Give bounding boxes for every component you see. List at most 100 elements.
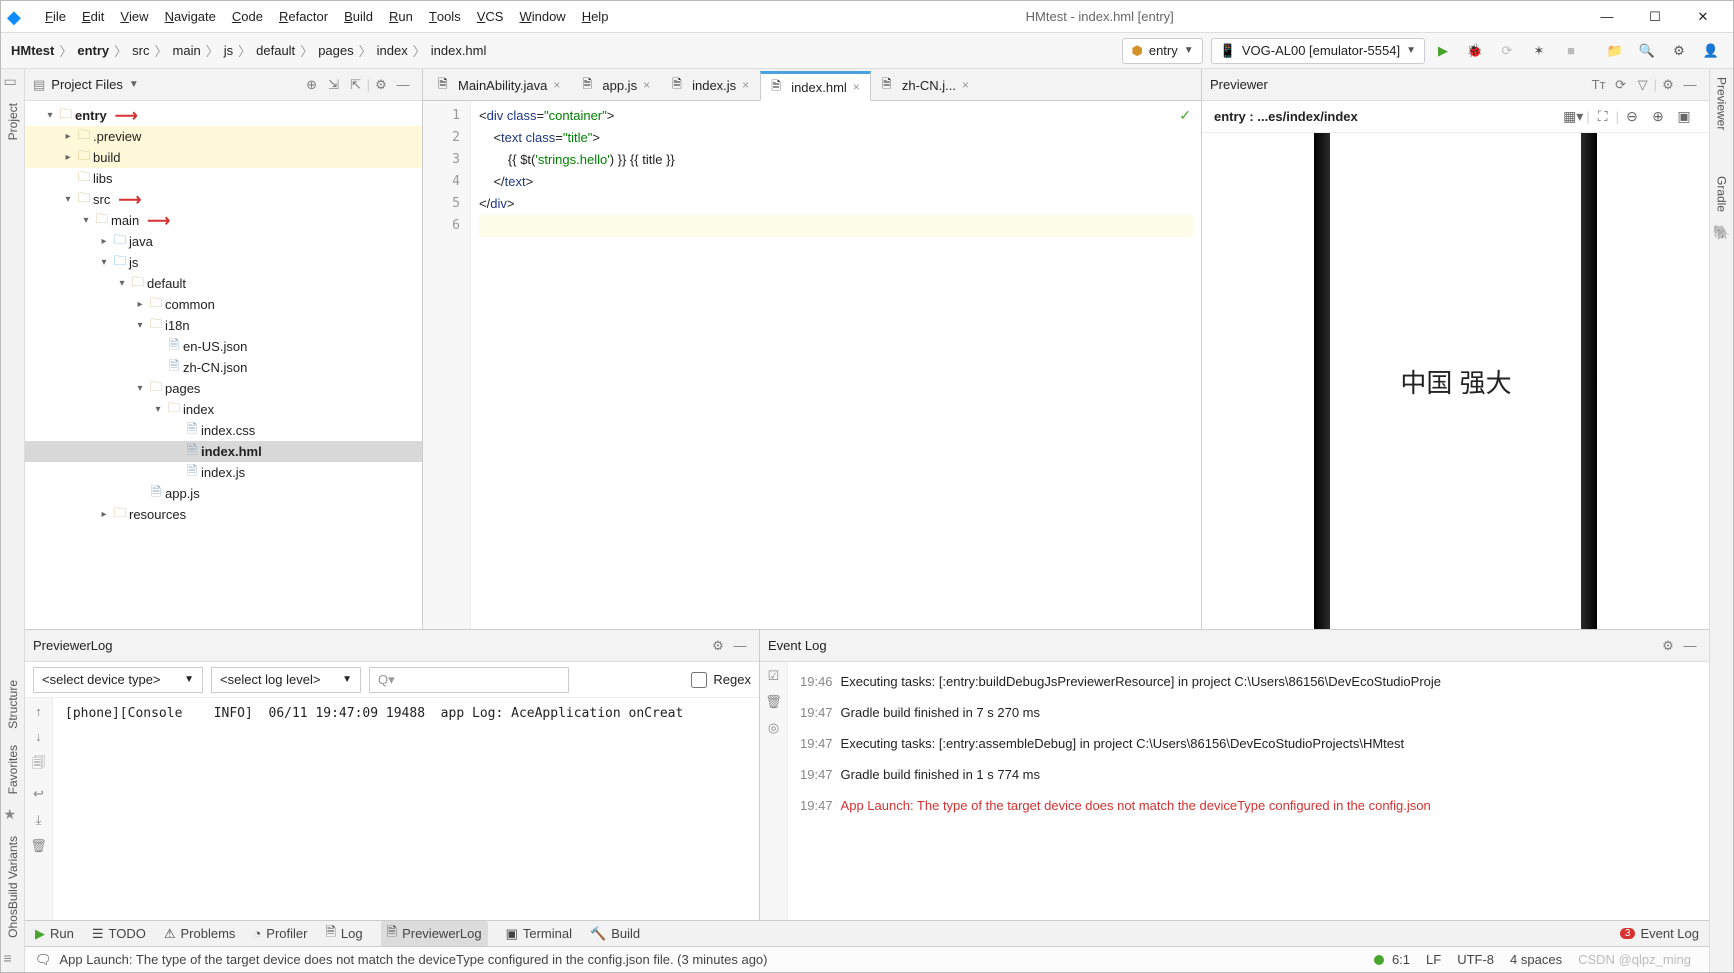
menu-vcs[interactable]: VCS — [469, 1, 512, 32]
gear-icon[interactable]: ⚙ — [707, 635, 729, 657]
build-tab[interactable]: 🔨Build — [590, 926, 640, 942]
maximize-button[interactable]: ☐ — [1631, 1, 1679, 33]
tree-item[interactable]: ▾🗀pages — [25, 378, 422, 399]
event-list[interactable]: 19:46Executing tasks: [:entry:buildDebug… — [788, 662, 1709, 920]
tree-item[interactable]: ▾🗀main⟶ — [25, 210, 422, 231]
tree-item[interactable]: ▸🗎zh-CN.json — [25, 357, 422, 378]
project-panel-title[interactable]: Project Files — [51, 77, 123, 92]
gear-icon[interactable]: ⚙ — [1657, 635, 1679, 657]
down-icon[interactable]: ↓ — [35, 729, 42, 744]
chevron-icon[interactable]: ▾ — [79, 215, 93, 226]
chevron-icon[interactable]: ▾ — [43, 110, 57, 121]
breadcrumb-item[interactable]: main — [171, 43, 203, 58]
tree-item[interactable]: ▾🗀i18n — [25, 315, 422, 336]
menu-view[interactable]: View — [112, 1, 156, 32]
event-log-tab[interactable]: 3Event Log — [1620, 926, 1699, 941]
chevron-icon[interactable]: ▾ — [151, 404, 165, 415]
previewer-log-text[interactable]: [phone][Console INFO] 06/11 19:47:09 194… — [53, 698, 759, 920]
event-row[interactable]: 19:47Executing tasks: [:entry:assembleDe… — [796, 728, 1701, 759]
wrap-icon[interactable]: ↩ — [33, 786, 44, 802]
tree-item[interactable]: ▸🗀java — [25, 231, 422, 252]
breadcrumb-item[interactable]: HMtest — [9, 43, 56, 58]
hide-icon[interactable]: — — [729, 635, 751, 657]
previewer-tool-tab[interactable]: Previewer — [1715, 69, 1729, 138]
editor-tab[interactable]: 🗎app.js× — [571, 70, 661, 100]
avatar-icon[interactable]: 👤 — [1697, 37, 1725, 65]
target-icon[interactable]: ◎ — [768, 720, 779, 736]
close-button[interactable]: ✕ — [1679, 1, 1727, 33]
event-row[interactable]: 19:46Executing tasks: [:entry:buildDebug… — [796, 666, 1701, 697]
chevron-icon[interactable]: ▸ — [133, 299, 147, 310]
expand-icon[interactable]: ⇱ — [345, 74, 367, 96]
tree-item[interactable]: ▸🗎index.js — [25, 462, 422, 483]
breadcrumb-item[interactable]: js — [222, 43, 235, 58]
chevron-icon[interactable]: ▾ — [61, 194, 75, 205]
collapse-icon[interactable]: ⇲ — [323, 74, 345, 96]
editor-tab[interactable]: 🗎MainAbility.java× — [427, 70, 571, 100]
dropdown-icon[interactable]: ▼ — [129, 79, 139, 90]
close-icon[interactable]: × — [742, 78, 749, 92]
settings-icon[interactable]: ⚙ — [1665, 37, 1693, 65]
project-view-icon[interactable]: ▭ — [4, 73, 22, 91]
favorites-tool-tab[interactable]: Favorites — [6, 737, 20, 802]
grid-icon[interactable]: ▦▾ — [1560, 108, 1586, 125]
minimize-button[interactable]: — — [1583, 1, 1631, 33]
run-config-combo[interactable]: ⬢ entry▼ — [1122, 38, 1202, 64]
refresh-icon[interactable]: ⟳ — [1610, 74, 1632, 96]
close-icon[interactable]: × — [553, 78, 560, 92]
project-tree[interactable]: ▾🗀entry⟶▸🗀.preview▸🗀build▸🗀libs▾🗀src⟶▾🗀m… — [25, 101, 422, 629]
editor-tab[interactable]: 🗎index.js× — [661, 70, 760, 100]
chevron-icon[interactable]: ▸ — [97, 509, 111, 520]
device-type-select[interactable]: <select device type>▼ — [33, 667, 203, 693]
coverage-button[interactable]: ⟳ — [1493, 37, 1521, 65]
project-tool-tab[interactable]: Project — [6, 95, 20, 148]
regex-checkbox[interactable]: Regex — [691, 672, 751, 688]
tree-item[interactable]: ▾🗀js — [25, 252, 422, 273]
problems-tab[interactable]: ⚠Problems — [164, 926, 236, 942]
log-tab[interactable]: 🗎Log — [325, 923, 362, 945]
menu-window[interactable]: Window — [511, 1, 573, 32]
zoom-out-icon[interactable]: ⊖ — [1619, 108, 1645, 125]
menu-help[interactable]: Help — [574, 1, 617, 32]
tree-item[interactable]: ▾🗀entry⟶ — [25, 105, 422, 126]
menu-edit[interactable]: Edit — [74, 1, 112, 32]
tree-item[interactable]: ▸🗀.preview — [25, 126, 422, 147]
chevron-icon[interactable]: ▸ — [97, 236, 111, 247]
project-structure-icon[interactable]: 📁 — [1601, 37, 1629, 65]
scroll-icon[interactable]: ⤓ — [36, 812, 42, 828]
breadcrumb-item[interactable]: entry — [75, 43, 111, 58]
breadcrumb-item[interactable]: default — [254, 43, 297, 58]
event-row[interactable]: 19:47Gradle build finished in 7 s 270 ms — [796, 697, 1701, 728]
event-row[interactable]: 19:47App Launch: The type of the target … — [796, 790, 1701, 821]
menu-refactor[interactable]: Refactor — [271, 1, 336, 32]
gear-icon[interactable]: ⚙ — [370, 74, 392, 96]
tree-item[interactable]: ▸🗎app.js — [25, 483, 422, 504]
tree-item[interactable]: ▸🗀libs — [25, 168, 422, 189]
breadcrumb-item[interactable]: index.hml — [429, 43, 489, 58]
code-area[interactable]: <div class="container"> <text class="tit… — [471, 101, 1201, 629]
menu-file[interactable]: File — [37, 1, 74, 32]
hide-icon[interactable]: — — [1679, 74, 1701, 96]
font-icon[interactable]: Tᴛ — [1588, 74, 1610, 96]
indent[interactable]: 4 spaces — [1502, 952, 1570, 967]
editor-tab[interactable]: 🗎index.hml× — [760, 71, 871, 101]
menu-tools[interactable]: Tools — [421, 1, 469, 32]
inspect-icon[interactable]: ▽ — [1632, 74, 1654, 96]
up-icon[interactable]: ↑ — [35, 704, 42, 719]
copy-icon[interactable]: 🗐 — [32, 754, 45, 776]
tree-item[interactable]: ▸🗎index.hml — [25, 441, 422, 462]
chevron-icon[interactable]: ▾ — [97, 257, 111, 268]
menu-navigate[interactable]: Navigate — [157, 1, 224, 32]
gradle-tool-tab[interactable]: Gradle — [1715, 168, 1729, 220]
chevron-icon[interactable]: ▾ — [133, 320, 147, 331]
hide-icon[interactable]: — — [392, 74, 414, 96]
tree-item[interactable]: ▸🗀common — [25, 294, 422, 315]
tree-item[interactable]: ▾🗀default — [25, 273, 422, 294]
breadcrumb-item[interactable]: pages — [316, 43, 355, 58]
line-ending[interactable]: LF — [1418, 952, 1449, 967]
todo-tab[interactable]: ☰TODO — [92, 926, 146, 942]
breadcrumb-item[interactable]: src — [130, 43, 151, 58]
log-search-input[interactable]: Q▾ — [369, 667, 569, 693]
menu-build[interactable]: Build — [336, 1, 381, 32]
structure-tool-tab[interactable]: Structure — [6, 672, 20, 737]
